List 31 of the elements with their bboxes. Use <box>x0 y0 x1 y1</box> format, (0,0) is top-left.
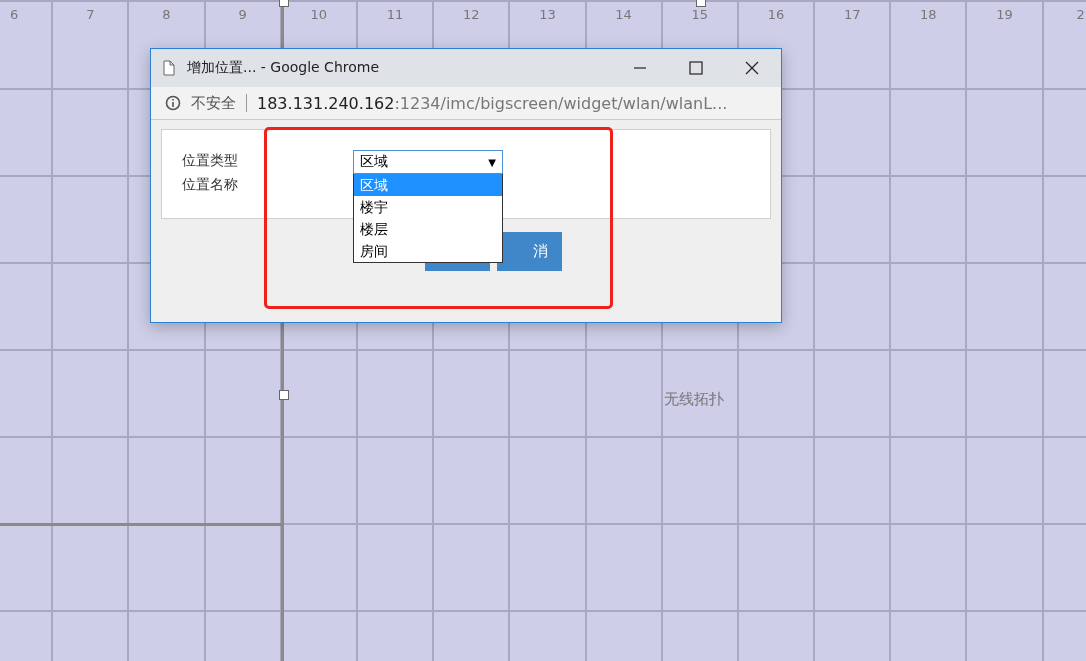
window-title: 增加位置... - Google Chrome <box>187 59 381 77</box>
info-icon[interactable] <box>165 95 181 111</box>
ruler-number: 7 <box>86 7 95 22</box>
url-text[interactable]: 183.131.240.162:1234/imc/bigscreen/widget/wlan/wlanL... <box>257 93 728 113</box>
resize-handle[interactable] <box>279 390 289 400</box>
ruler-number: 12 <box>462 7 480 22</box>
ruler-number: 14 <box>615 7 632 22</box>
ruler-number: 19 <box>996 7 1013 22</box>
cancel-button[interactable]: 消 <box>497 232 562 271</box>
ruler-number: 18 <box>920 7 937 22</box>
location-type-select[interactable]: 区域 ▼ <box>353 150 503 174</box>
ruler-number: 16 <box>767 7 785 22</box>
canvas-label: 无线拓扑 <box>664 390 724 409</box>
field-label: 位置类型 <box>182 152 238 170</box>
maximize-icon[interactable] <box>689 61 703 75</box>
ruler-number: 17 <box>843 7 861 22</box>
document-icon <box>163 60 175 76</box>
ruler-number: 15 <box>691 7 709 22</box>
ruler-number: 9 <box>238 7 247 22</box>
dropdown-option[interactable]: 楼宇 <box>354 196 502 218</box>
ruler-number: 13 <box>539 7 556 22</box>
ruler-number: 10 <box>310 7 328 22</box>
close-icon[interactable] <box>745 61 759 75</box>
ruler-number: 2 <box>1076 7 1085 22</box>
resize-handle[interactable] <box>279 0 289 7</box>
ruler-number: 8 <box>162 7 171 22</box>
ruler-number: 6 <box>9 7 19 22</box>
resize-handle[interactable] <box>696 0 706 7</box>
security-label: 不安全 <box>191 93 236 113</box>
ruler-number: 11 <box>386 7 404 22</box>
field-label: 位置名称 <box>182 176 238 194</box>
